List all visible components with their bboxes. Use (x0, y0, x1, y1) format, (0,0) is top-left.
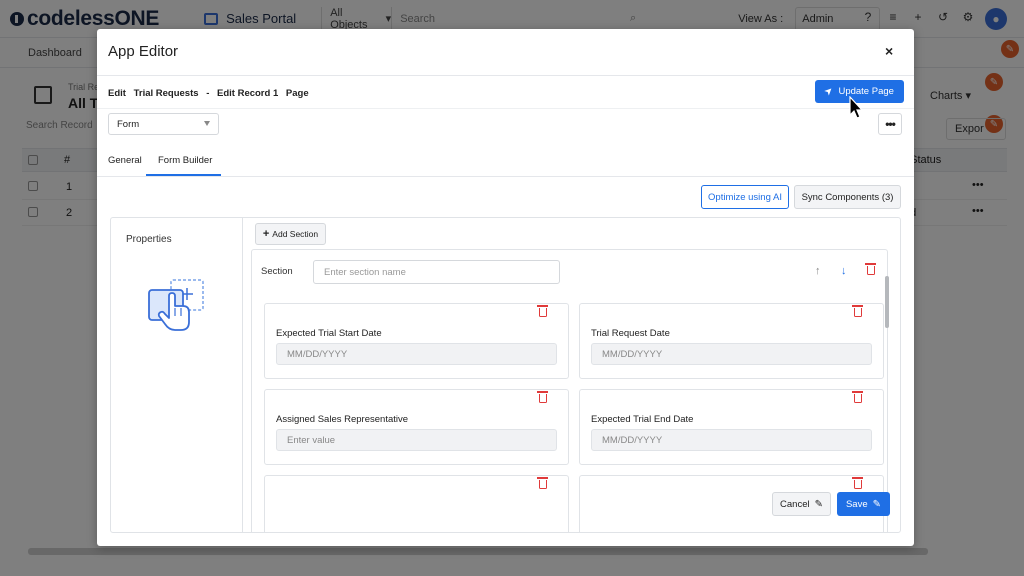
properties-title: Properties (126, 234, 172, 245)
form-field-card[interactable]: Trial Request Date MM/DD/YYYY (579, 303, 884, 379)
trash-icon (852, 391, 863, 403)
field-input[interactable]: MM/DD/YYYY (276, 343, 557, 365)
delete-section-button[interactable] (865, 263, 876, 278)
section-name-input[interactable]: Enter section name (313, 260, 560, 284)
optimize-ai-button[interactable]: Optimize using AI (701, 185, 789, 209)
properties-panel: Properties (111, 218, 243, 532)
close-icon[interactable]: × (885, 43, 893, 59)
trash-icon (537, 391, 548, 403)
breadcrumb-edit: Edit (108, 88, 126, 99)
arrow-down-icon[interactable]: ↓ (841, 265, 847, 277)
add-section-label: Add Section (272, 229, 319, 239)
form-field-card[interactable]: Assigned Sales Representative Enter valu… (264, 389, 569, 465)
section-label: Section (261, 266, 293, 277)
field-label: Assigned Sales Representative (276, 414, 409, 425)
pencil-icon: ✎ (872, 498, 882, 510)
tab-form-builder[interactable]: Form Builder (158, 155, 212, 166)
field-input[interactable]: MM/DD/YYYY (591, 343, 872, 365)
delete-field-button[interactable] (852, 391, 863, 406)
delete-field-button[interactable] (852, 477, 863, 492)
field-label: Expected Trial Start Date (276, 328, 382, 339)
tab-general[interactable]: General (108, 155, 142, 166)
save-button[interactable]: Save ✎ (837, 492, 890, 516)
field-label: Trial Request Date (591, 328, 670, 339)
cancel-label: Cancel (780, 498, 810, 510)
delete-field-button[interactable] (537, 391, 548, 406)
trash-icon (537, 477, 548, 489)
plus-icon: + (262, 228, 270, 240)
trash-icon (852, 305, 863, 317)
more-options-button[interactable]: ••• (878, 113, 902, 135)
field-label: Expected Trial End Date (591, 414, 694, 425)
form-builder-panel: Properties + Add Section Section Enter s… (110, 217, 901, 533)
divider (97, 108, 914, 109)
delete-field-button[interactable] (852, 305, 863, 320)
form-field-card[interactable]: Expected Trial End Date MM/DD/YYYY (579, 389, 884, 465)
trash-icon (537, 305, 548, 317)
field-input[interactable]: MM/DD/YYYY (591, 429, 872, 451)
app-editor-modal: App Editor × Edit Trial Requests - Edit … (97, 29, 914, 546)
cancel-button[interactable]: Cancel ✎ (772, 492, 831, 516)
arrow-up-icon[interactable]: ↑ (815, 265, 821, 277)
breadcrumb: Edit Trial Requests - Edit Record 1 Page (108, 88, 314, 99)
form-section: Section Enter section name ↑ ↓ Expected … (251, 249, 888, 532)
breadcrumb-record[interactable]: Edit Record 1 (217, 88, 278, 99)
delete-field-button[interactable] (537, 305, 548, 320)
chevron-down-icon (204, 121, 210, 126)
form-type-select[interactable]: Form (108, 113, 219, 135)
breadcrumb-object[interactable]: Trial Requests (134, 88, 199, 99)
form-field-card[interactable]: Expected Trial Start Date MM/DD/YYYY (264, 303, 569, 379)
form-field-card[interactable] (264, 475, 569, 532)
add-section-button[interactable]: + Add Section (255, 223, 326, 245)
trash-icon (865, 263, 876, 275)
pencil-icon: ✎ (814, 498, 823, 510)
sync-components-button[interactable]: Sync Components (3) (794, 185, 901, 209)
form-type-value: Form (117, 118, 140, 130)
breadcrumb-separator: - (206, 88, 210, 99)
save-label: Save (845, 498, 868, 510)
mouse-pointer-icon (849, 96, 864, 119)
modal-title: App Editor (108, 43, 179, 60)
field-input[interactable]: Enter value (276, 429, 557, 451)
breadcrumb-page: Page (285, 88, 309, 99)
touch-add-icon (148, 279, 204, 331)
delete-field-button[interactable] (537, 477, 548, 492)
vertical-scrollbar[interactable] (885, 276, 889, 328)
update-page-label: Update Page (838, 86, 894, 97)
trash-icon (852, 477, 863, 489)
rocket-icon: ➤ (822, 84, 837, 99)
divider (97, 75, 914, 76)
divider (97, 176, 914, 177)
